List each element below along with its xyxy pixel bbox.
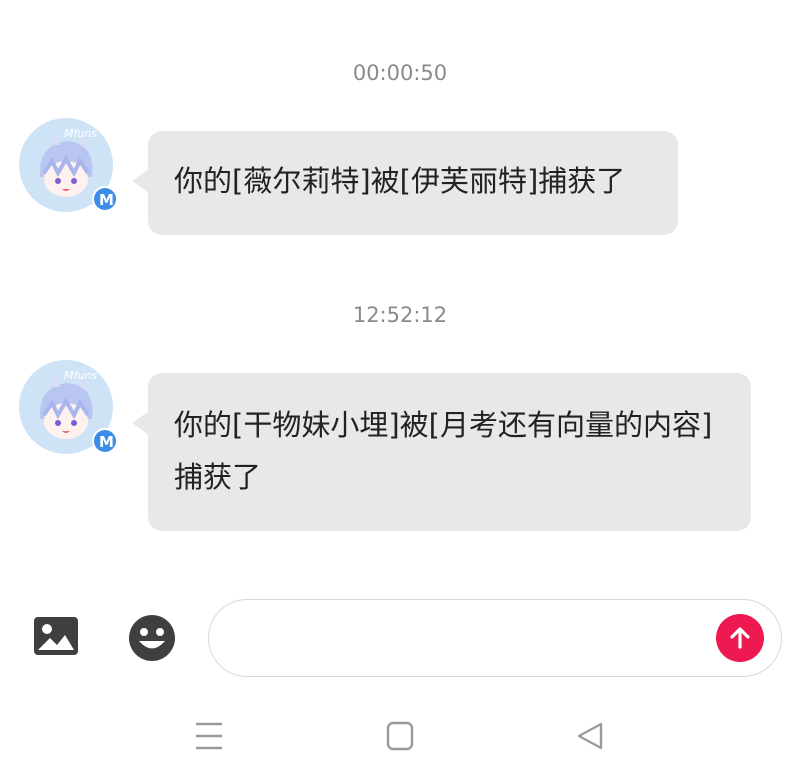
image-icon[interactable] [33, 616, 79, 656]
avatar-image: Mfuns M [19, 118, 118, 212]
system-nav-bar [0, 700, 800, 782]
avatar-image: Mfuns M [19, 360, 118, 454]
emoji-icon[interactable] [128, 614, 176, 662]
avatar[interactable]: Mfuns M [18, 115, 118, 215]
menu-icon[interactable] [190, 716, 230, 756]
avatar-logo-text: Mfuns [64, 369, 97, 382]
composer-bar [0, 596, 800, 680]
verified-badge: M [99, 191, 114, 209]
message-timestamp: 12:52:12 [352, 303, 448, 327]
arrow-up-icon [730, 627, 750, 649]
square-home-icon[interactable] [380, 716, 420, 756]
verified-badge: M [99, 433, 114, 451]
message-text: 你的[干物妹小埋]被[月考还有向量的内容]捕获了 [174, 408, 713, 494]
message-bubble: 你的[干物妹小埋]被[月考还有向量的内容]捕获了 [132, 373, 751, 531]
triangle-back-icon[interactable] [570, 716, 610, 756]
avatar-logo-text: Mfuns [64, 127, 97, 140]
message-input[interactable] [208, 599, 782, 677]
message-bubble: 你的[薇尔莉特]被[伊芙丽特]捕获了 [132, 131, 678, 235]
send-button[interactable] [716, 614, 764, 662]
message-timestamp: 00:00:50 [352, 61, 448, 85]
avatar[interactable]: Mfuns M [18, 357, 118, 457]
chat-screen: 00:00:50 Mfuns M 你的[薇尔莉特]被[伊芙丽特]捕获了 12:5… [0, 0, 800, 782]
message-text: 你的[薇尔莉特]被[伊芙丽特]捕获了 [174, 164, 626, 198]
